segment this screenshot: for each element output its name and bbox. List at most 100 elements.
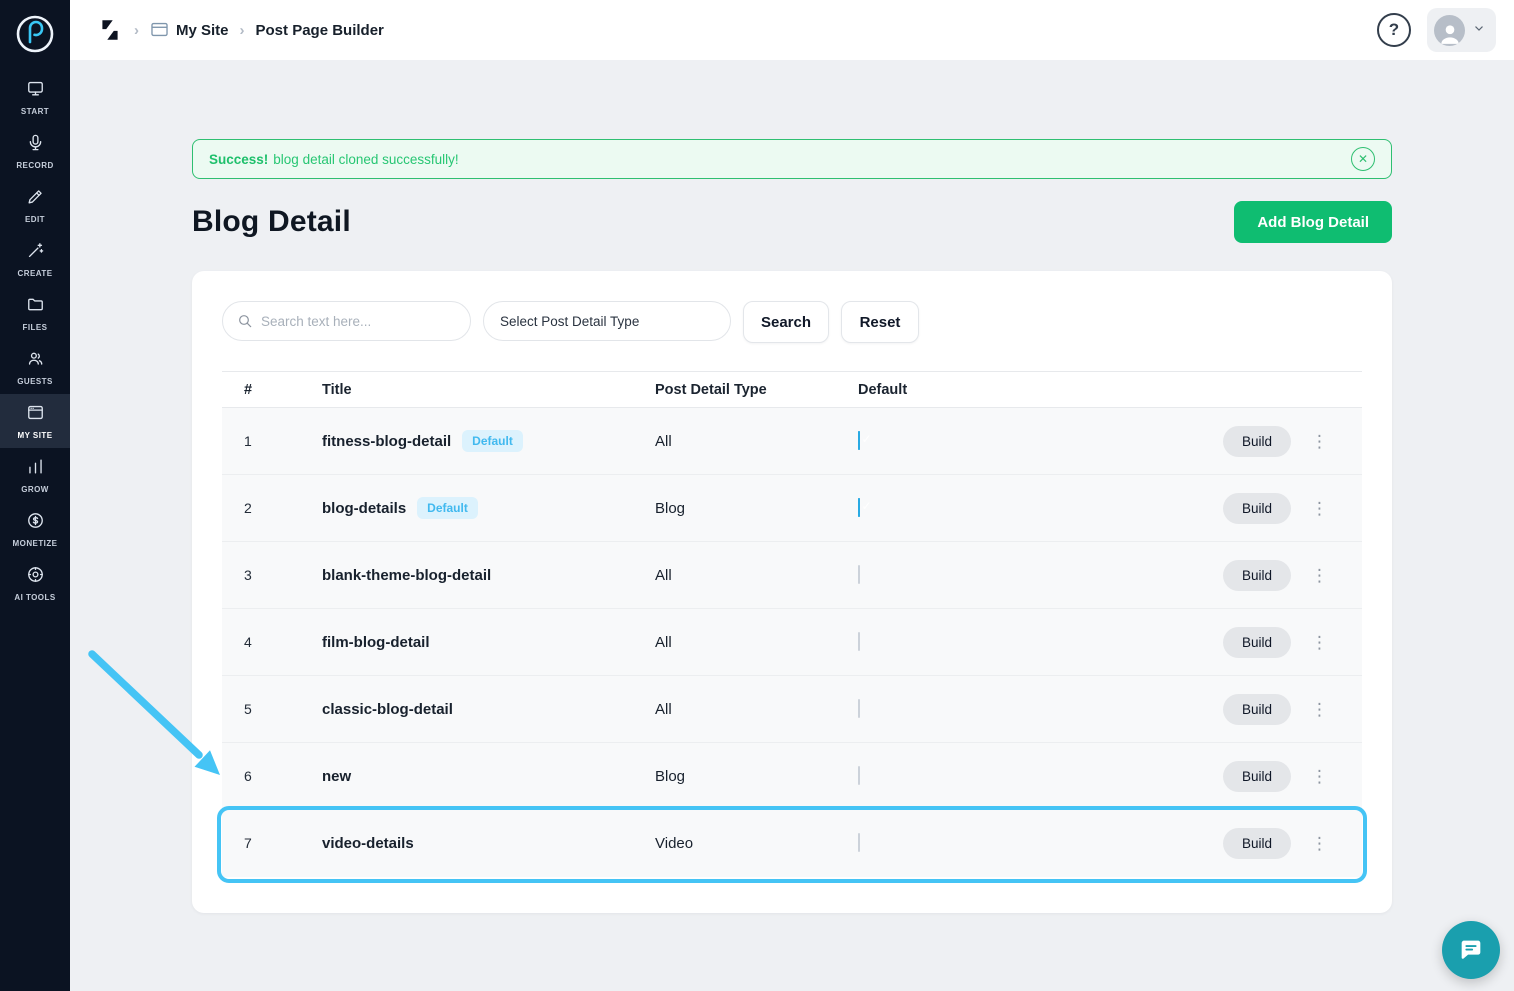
row-title-cell: fitness-blog-detail Default (322, 430, 655, 452)
account-menu[interactable] (1427, 8, 1496, 52)
sidebar-item-guests[interactable]: GUESTS (0, 340, 70, 394)
sidebar-item-edit[interactable]: EDIT (0, 178, 70, 232)
bar-chart-icon (26, 457, 45, 481)
row-number: 2 (244, 500, 322, 516)
row-post-detail-type: All (655, 567, 858, 584)
build-button[interactable]: Build (1223, 560, 1291, 591)
row-title: blank-theme-blog-detail (322, 567, 491, 584)
row-number: 3 (244, 567, 322, 583)
chat-widget-button[interactable] (1442, 921, 1500, 979)
app-logo[interactable] (97, 17, 123, 43)
kebab-menu-icon[interactable]: ⋮ (1307, 431, 1332, 452)
alert-message: blog detail cloned successfully! (273, 152, 458, 167)
kebab-menu-icon[interactable]: ⋮ (1307, 766, 1332, 787)
default-checkbox[interactable] (858, 699, 860, 718)
row-number: 5 (244, 701, 322, 717)
sidebar-item-monetize[interactable]: MONETIZE (0, 502, 70, 556)
table-row: 5 classic-blog-detail All Build ⋮ (222, 676, 1362, 743)
sidebar-item-start[interactable]: START (0, 70, 70, 124)
add-blog-detail-button[interactable]: Add Blog Detail (1234, 201, 1392, 243)
table-header: # Title Post Detail Type Default (222, 371, 1362, 408)
row-number: 4 (244, 634, 322, 650)
reset-button[interactable]: Reset (841, 301, 919, 343)
sidebar-item-ai-tools[interactable]: AI TOOLS (0, 556, 70, 610)
build-button[interactable]: Build (1223, 694, 1291, 725)
default-checkbox[interactable] (858, 565, 860, 584)
row-actions: Build ⋮ (1223, 828, 1362, 859)
dollar-coin-icon (26, 511, 45, 535)
row-title: film-blog-detail (322, 634, 430, 651)
microphone-icon (26, 133, 45, 157)
sidebar-item-create[interactable]: CREATE (0, 232, 70, 286)
row-actions: Build ⋮ (1223, 426, 1362, 457)
sidebar-item-label: MONETIZE (13, 539, 58, 548)
row-title-cell: blank-theme-blog-detail (322, 567, 655, 584)
row-actions: Build ⋮ (1223, 560, 1362, 591)
header-post-detail-type: Post Detail Type (655, 382, 858, 398)
table-row: 7 video-details Video Build ⋮ (222, 810, 1362, 877)
main-content: Success! blog detail cloned successfully… (70, 60, 1514, 991)
build-button[interactable]: Build (1223, 627, 1291, 658)
default-checkbox[interactable] (858, 498, 860, 517)
help-button[interactable]: ? (1377, 13, 1411, 47)
search-input[interactable] (261, 314, 456, 329)
row-title-cell: new (322, 768, 655, 785)
browser-window-icon (26, 403, 45, 427)
row-title: new (322, 768, 351, 785)
sidebar-item-label: FILES (23, 323, 48, 332)
alert-close-button[interactable]: ✕ (1351, 147, 1375, 171)
kebab-menu-icon[interactable]: ⋮ (1307, 833, 1332, 854)
topbar-right: ? (1377, 8, 1496, 52)
site-tab-icon (150, 20, 169, 40)
sidebar-item-my-site[interactable]: MY SITE (0, 394, 70, 448)
row-actions: Build ⋮ (1223, 493, 1362, 524)
kebab-menu-icon[interactable]: ⋮ (1307, 632, 1332, 653)
row-post-detail-type: All (655, 701, 858, 718)
topbar: › My Site › Post Page Builder ? (70, 0, 1514, 60)
build-button[interactable]: Build (1223, 828, 1291, 859)
row-post-detail-type: All (655, 634, 858, 651)
sidebar-item-record[interactable]: RECORD (0, 124, 70, 178)
kebab-menu-icon[interactable]: ⋮ (1307, 699, 1332, 720)
sidebar: START RECORD EDIT CREATE FILES GUESTS MY… (0, 0, 70, 991)
row-post-detail-type: All (655, 433, 858, 450)
header-number: # (244, 382, 322, 398)
filter-bar: Select Post Detail Type Search Reset (222, 301, 1362, 343)
pencil-icon (26, 187, 45, 211)
sidebar-item-grow[interactable]: GROW (0, 448, 70, 502)
search-button[interactable]: Search (743, 301, 829, 343)
build-button[interactable]: Build (1223, 493, 1291, 524)
sidebar-item-files[interactable]: FILES (0, 286, 70, 340)
sidebar-item-label: GROW (21, 485, 49, 494)
default-badge: Default (417, 497, 478, 519)
breadcrumb-separator: › (134, 22, 139, 39)
build-button[interactable]: Build (1223, 426, 1291, 457)
post-detail-type-select[interactable]: Select Post Detail Type (483, 301, 731, 341)
table-row: 4 film-blog-detail All Build ⋮ (222, 609, 1362, 676)
row-post-detail-type: Blog (655, 768, 858, 785)
sidebar-item-label: START (21, 107, 49, 116)
success-alert: Success! blog detail cloned successfully… (192, 139, 1392, 179)
breadcrumb-site[interactable]: My Site (150, 20, 229, 40)
table-body: 1 fitness-blog-detail Default All Build … (222, 408, 1362, 877)
row-post-detail-type: Video (655, 835, 858, 852)
table-row: 2 blog-details Default Blog Build ⋮ (222, 475, 1362, 542)
row-number: 6 (244, 768, 322, 784)
default-checkbox[interactable] (858, 833, 860, 852)
folder-icon (26, 295, 45, 319)
chevron-down-icon (1472, 21, 1486, 40)
row-title-cell: video-details (322, 835, 655, 852)
row-post-detail-type: Blog (655, 500, 858, 517)
kebab-menu-icon[interactable]: ⋮ (1307, 565, 1332, 586)
brand-logo[interactable] (13, 12, 57, 56)
kebab-menu-icon[interactable]: ⋮ (1307, 498, 1332, 519)
build-button[interactable]: Build (1223, 761, 1291, 792)
blog-detail-card: Select Post Detail Type Search Reset # T… (192, 271, 1392, 913)
default-checkbox[interactable] (858, 766, 860, 785)
table-row: 1 fitness-blog-detail Default All Build … (222, 408, 1362, 475)
search-box (222, 301, 471, 341)
default-checkbox[interactable] (858, 632, 860, 651)
default-checkbox[interactable] (858, 431, 860, 450)
chat-bubble-icon (1457, 936, 1485, 964)
breadcrumb-page-label: Post Page Builder (256, 22, 384, 39)
